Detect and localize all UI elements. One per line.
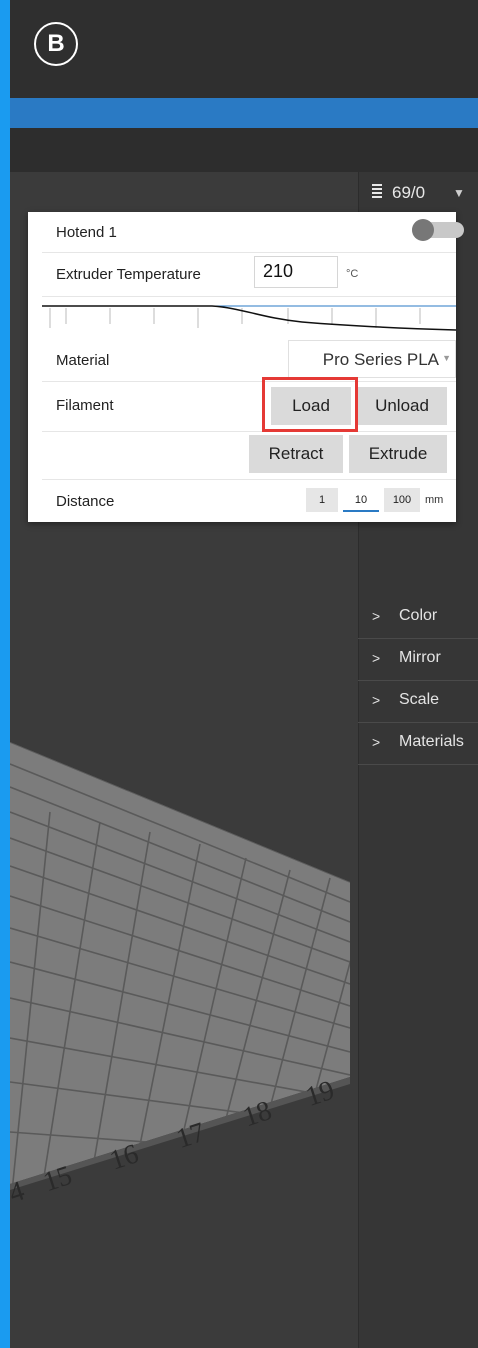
hotend-row: Hotend 1 xyxy=(42,212,464,253)
distance-option-1[interactable]: 1 xyxy=(306,488,338,512)
hotend-icon xyxy=(372,184,382,202)
distance-option-100[interactable]: 100 xyxy=(384,488,420,512)
chevron-right-icon: > xyxy=(372,608,381,624)
distance-label: Distance xyxy=(56,493,115,510)
unload-button[interactable]: Unload xyxy=(357,387,447,425)
distance-unit: mm xyxy=(425,494,444,506)
hotend-label: Hotend 1 xyxy=(56,224,117,241)
side-item-scale[interactable]: > Scale xyxy=(358,680,478,723)
top-blue-band xyxy=(10,98,478,128)
chevron-right-icon: > xyxy=(372,650,381,666)
chevron-down-icon: ▼ xyxy=(453,186,465,200)
extrude-button[interactable]: Extrude xyxy=(349,435,447,473)
left-accent-bar xyxy=(0,0,10,1348)
step-badge: B xyxy=(34,22,78,66)
load-button-highlight xyxy=(262,377,358,432)
extruder-temperature-input[interactable]: 210 xyxy=(254,256,338,288)
side-item-materials[interactable]: > Materials xyxy=(358,722,478,765)
side-item-label: Scale xyxy=(399,691,440,708)
side-item-label: Color xyxy=(399,607,438,624)
side-item-label: Mirror xyxy=(399,649,441,666)
distance-option-10[interactable]: 10 xyxy=(343,488,379,512)
hotend-toggle[interactable] xyxy=(412,219,464,241)
chevron-right-icon: > xyxy=(372,734,381,750)
retract-button[interactable]: Retract xyxy=(249,435,343,473)
side-item-mirror[interactable]: > Mirror xyxy=(358,638,478,681)
material-label: Material xyxy=(56,352,110,369)
temperature-label: Extruder Temperature xyxy=(56,266,201,283)
top-toolbar xyxy=(10,0,478,98)
toggle-knob xyxy=(412,219,434,241)
hotend-temperature-button[interactable]: 69/0 ▼ xyxy=(358,178,478,210)
secondary-toolbar xyxy=(10,128,478,172)
temperature-graph xyxy=(42,300,457,340)
temperature-row: Extruder Temperature xyxy=(42,252,456,297)
side-item-color[interactable]: > Color xyxy=(358,596,478,639)
temperature-unit: °C xyxy=(346,268,359,280)
filament-label: Filament xyxy=(56,397,114,414)
side-item-label: Materials xyxy=(399,733,464,750)
chevron-down-icon: ▼ xyxy=(442,353,451,363)
material-select-value: Pro Series PLA xyxy=(322,350,439,369)
material-select[interactable]: Pro Series PLA ▼ xyxy=(288,340,456,378)
hotend-temperature-readout: 69/0 xyxy=(392,183,426,202)
chevron-right-icon: > xyxy=(372,692,381,708)
